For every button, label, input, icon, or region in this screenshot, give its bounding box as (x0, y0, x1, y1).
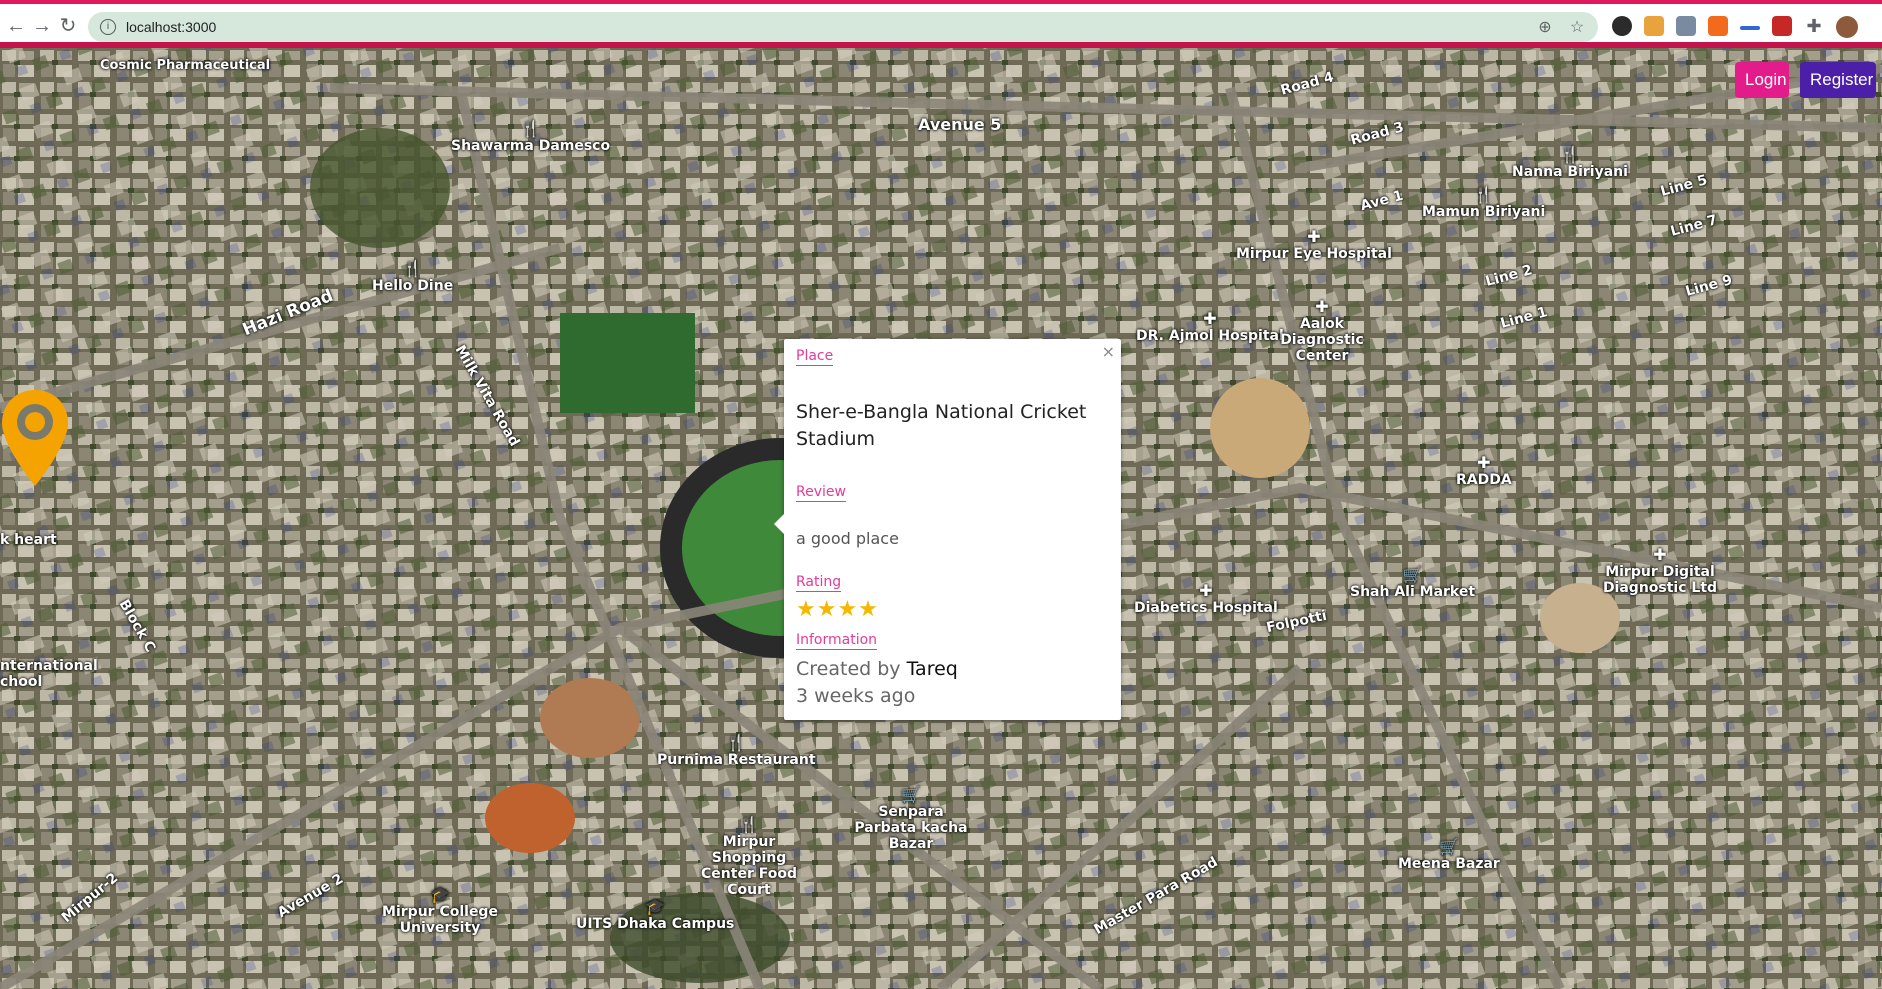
profile-avatar[interactable] (1836, 16, 1858, 38)
hospital-icon: ✚ (1307, 227, 1321, 246)
poi-label: ✚ Diabetics Hospital (1134, 581, 1278, 617)
site-info-icon[interactable]: i (100, 19, 116, 35)
place-heading: Place (796, 348, 834, 366)
poi-label: 🛒 Meena Bazar (1398, 837, 1500, 873)
poi-label: 🍴 Mirpur Shopping Center Food Court (684, 815, 814, 899)
poi-label: ✚ Mirpur Digital Diagnostic Ltd (1590, 545, 1730, 597)
poi-label: 🍴 Purnima Restaurant (657, 733, 816, 769)
poi-label: ✚ Mirpur Eye Hospital (1236, 227, 1392, 263)
shopping-cart-icon: 🛒 (901, 785, 921, 804)
poi-label: 🍴 Shawarma Damesco (451, 119, 611, 155)
place-popup: × Place Sher-e-Bangla National Cricket S… (774, 339, 1121, 720)
register-button[interactable]: Register (1800, 62, 1876, 98)
hospital-icon: ✚ (1477, 453, 1491, 472)
poi-label: 🎓 Mirpur College University (380, 885, 500, 937)
close-icon[interactable]: × (1102, 342, 1115, 361)
restaurant-icon: 🍴 (1473, 185, 1494, 204)
forward-icon[interactable]: → (30, 14, 54, 38)
login-button[interactable]: Login (1735, 62, 1789, 98)
hospital-icon: ✚ (1653, 545, 1667, 564)
extension-icon-5[interactable] (1740, 26, 1760, 30)
map-pin-icon[interactable] (0, 388, 70, 488)
information-heading: Information (796, 632, 878, 650)
review-heading: Review (796, 484, 846, 502)
restaurant-icon: 🍴 (520, 119, 541, 138)
poi-label: 🍴 Hello Dine (372, 259, 454, 295)
review-text: a good place (796, 529, 899, 548)
poi-label: 🛒 Senpara Parbata kacha Bazar (846, 785, 976, 853)
restaurant-icon: 🍴 (402, 259, 423, 278)
extensions-puzzle-icon[interactable]: ✚ (1804, 16, 1824, 36)
poi-label: nternational chool (0, 658, 98, 690)
address-bar[interactable]: i localhost:3000 ⊕ ☆ (88, 12, 1598, 42)
place-name: Sher-e-Bangla National Cricket Stadium (796, 401, 1087, 450)
time-ago: 3 weeks ago (796, 685, 916, 707)
rating-heading: Rating (796, 574, 842, 592)
bookmark-star-icon[interactable]: ☆ (1566, 17, 1588, 37)
road-label: Avenue 5 (918, 115, 1002, 134)
poi-label: ✚ Aalok Diagnostic Center (1262, 297, 1382, 365)
graduation-cap-icon: 🎓 (430, 885, 450, 904)
back-icon[interactable]: ← (4, 14, 28, 38)
shopping-cart-icon: 🛒 (1402, 565, 1423, 584)
extension-icon-6[interactable] (1772, 16, 1792, 36)
poi-label: Cosmic Pharmaceutical (100, 58, 271, 73)
shopping-cart-icon: 🛒 (1438, 837, 1459, 856)
graduation-cap-icon: 🎓 (645, 897, 666, 916)
popup-tip (774, 514, 784, 534)
restaurant-icon: 🍴 (739, 815, 759, 834)
poi-label: 🍴 Mamun Biriyani (1422, 185, 1546, 221)
poi-label: ✚ RADDA (1456, 453, 1512, 489)
reload-icon[interactable]: ↻ (56, 14, 80, 38)
extension-icon-4[interactable] (1708, 16, 1728, 36)
star-rating: ★★★★ (796, 597, 879, 622)
poi-label: 🎓 UITS Dhaka Campus (576, 897, 735, 933)
hospital-icon: ✚ (1315, 297, 1329, 316)
url-text[interactable]: localhost:3000 (126, 19, 1534, 35)
restaurant-icon: 🍴 (726, 733, 747, 752)
author-name: Tareq (906, 658, 958, 680)
hospital-icon: ✚ (1199, 581, 1213, 600)
poi-label: 🍴 Nanna Biriyani (1512, 145, 1628, 181)
extension-icon-2[interactable] (1644, 16, 1664, 36)
poi-label: k heart (0, 532, 57, 548)
created-by: Created by Tareq (796, 658, 958, 680)
extension-icon-3[interactable] (1676, 16, 1696, 36)
poi-label: 🛒 Shah Ali Market (1350, 565, 1476, 601)
extension-icon-1[interactable] (1612, 16, 1632, 36)
created-prefix: Created by (796, 658, 901, 680)
restaurant-icon: 🍴 (1560, 145, 1580, 164)
zoom-icon[interactable]: ⊕ (1534, 17, 1556, 37)
browser-toolbar: ← → ↻ i localhost:3000 ⊕ ☆ ✚ (0, 4, 1882, 42)
